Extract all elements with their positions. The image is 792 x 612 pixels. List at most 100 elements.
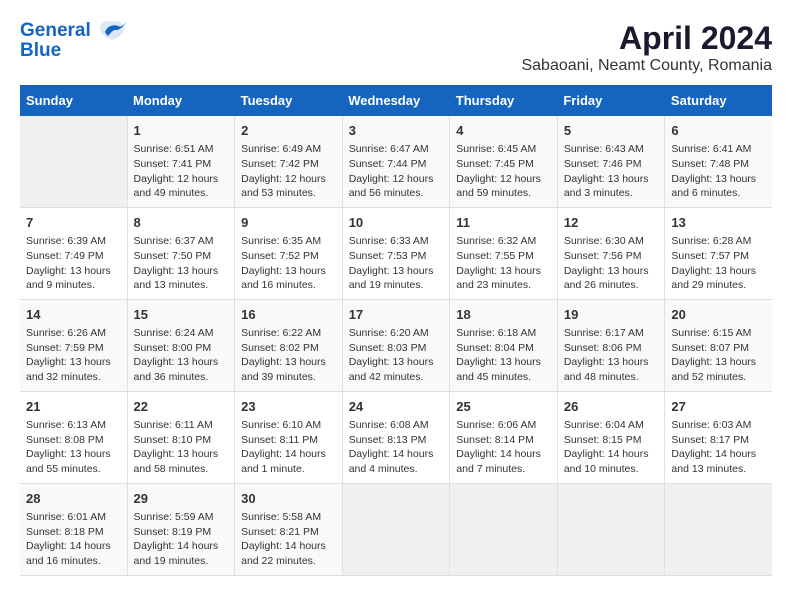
- day-info-line: Sunrise: 6:51 AM: [134, 142, 229, 157]
- day-info-line: Sunrise: 6:10 AM: [241, 418, 336, 433]
- day-number: 19: [564, 306, 659, 324]
- day-info-line: Sunset: 8:07 PM: [671, 341, 766, 356]
- day-info-line: Sunset: 8:10 PM: [134, 433, 229, 448]
- day-number: 8: [134, 214, 229, 232]
- day-info-line: Sunrise: 6:47 AM: [349, 142, 444, 157]
- day-number: 10: [349, 214, 444, 232]
- day-info-line: Sunset: 7:49 PM: [26, 249, 121, 264]
- day-info-line: Daylight: 14 hours: [134, 539, 229, 554]
- day-info-line: Sunrise: 6:45 AM: [456, 142, 551, 157]
- day-number: 5: [564, 122, 659, 140]
- day-info-line: Daylight: 13 hours: [241, 264, 336, 279]
- calendar-day-cell: [342, 483, 450, 575]
- day-number: 12: [564, 214, 659, 232]
- day-number: 15: [134, 306, 229, 324]
- day-info-line: and 45 minutes.: [456, 370, 551, 385]
- day-info-line: Sunset: 7:48 PM: [671, 157, 766, 172]
- day-info-line: Daylight: 13 hours: [26, 447, 121, 462]
- day-info-line: Sunrise: 6:28 AM: [671, 234, 766, 249]
- day-info-line: Daylight: 13 hours: [349, 355, 444, 370]
- calendar-day-cell: 7Sunrise: 6:39 AMSunset: 7:49 PMDaylight…: [20, 207, 127, 299]
- calendar-day-cell: 9Sunrise: 6:35 AMSunset: 7:52 PMDaylight…: [235, 207, 343, 299]
- day-info-line: Sunset: 8:08 PM: [26, 433, 121, 448]
- day-number: 21: [26, 398, 121, 416]
- day-info-line: Daylight: 14 hours: [671, 447, 766, 462]
- day-info-line: Sunrise: 5:59 AM: [134, 510, 229, 525]
- title-area: April 2024 Sabaoani, Neamt County, Roman…: [521, 20, 772, 75]
- day-info-line: and 56 minutes.: [349, 186, 444, 201]
- calendar-day-cell: 1Sunrise: 6:51 AMSunset: 7:41 PMDaylight…: [127, 116, 235, 207]
- day-info-line: Daylight: 13 hours: [671, 264, 766, 279]
- weekday-header: Thursday: [450, 85, 558, 116]
- calendar-day-cell: 12Sunrise: 6:30 AMSunset: 7:56 PMDayligh…: [557, 207, 665, 299]
- day-number: 20: [671, 306, 766, 324]
- day-info-line: and 23 minutes.: [456, 278, 551, 293]
- day-info-line: Sunset: 8:19 PM: [134, 525, 229, 540]
- calendar-day-cell: 27Sunrise: 6:03 AMSunset: 8:17 PMDayligh…: [665, 391, 772, 483]
- calendar-day-cell: [450, 483, 558, 575]
- day-info-line: Sunrise: 6:15 AM: [671, 326, 766, 341]
- day-info-line: Daylight: 13 hours: [671, 355, 766, 370]
- day-info-line: Sunset: 7:52 PM: [241, 249, 336, 264]
- day-info-line: Sunset: 8:18 PM: [26, 525, 121, 540]
- day-info-line: Sunset: 7:50 PM: [134, 249, 229, 264]
- day-info-line: Sunset: 7:42 PM: [241, 157, 336, 172]
- day-number: 3: [349, 122, 444, 140]
- calendar-week-row: 7Sunrise: 6:39 AMSunset: 7:49 PMDaylight…: [20, 207, 772, 299]
- day-info-line: Daylight: 12 hours: [349, 172, 444, 187]
- day-info-line: Sunrise: 6:11 AM: [134, 418, 229, 433]
- calendar-day-cell: 4Sunrise: 6:45 AMSunset: 7:45 PMDaylight…: [450, 116, 558, 207]
- day-info-line: Daylight: 13 hours: [134, 355, 229, 370]
- logo-text-general: General: [20, 20, 91, 41]
- day-info-line: and 7 minutes.: [456, 462, 551, 477]
- day-info-line: and 19 minutes.: [134, 554, 229, 569]
- day-info-line: Daylight: 12 hours: [456, 172, 551, 187]
- day-info-line: Sunset: 8:15 PM: [564, 433, 659, 448]
- day-info-line: and 36 minutes.: [134, 370, 229, 385]
- day-info-line: Sunrise: 6:43 AM: [564, 142, 659, 157]
- day-info-line: Sunrise: 6:20 AM: [349, 326, 444, 341]
- calendar-title: April 2024: [521, 20, 772, 57]
- day-number: 13: [671, 214, 766, 232]
- day-info-line: Daylight: 13 hours: [564, 355, 659, 370]
- day-info-line: and 19 minutes.: [349, 278, 444, 293]
- weekday-header: Tuesday: [235, 85, 343, 116]
- day-info-line: Sunset: 8:14 PM: [456, 433, 551, 448]
- day-info-line: Sunset: 8:00 PM: [134, 341, 229, 356]
- day-info-line: Daylight: 13 hours: [671, 172, 766, 187]
- day-number: 6: [671, 122, 766, 140]
- day-info-line: and 13 minutes.: [671, 462, 766, 477]
- day-info-line: Daylight: 13 hours: [456, 264, 551, 279]
- day-info-line: and 9 minutes.: [26, 278, 121, 293]
- calendar-day-cell: 14Sunrise: 6:26 AMSunset: 7:59 PMDayligh…: [20, 299, 127, 391]
- day-info-line: Daylight: 13 hours: [456, 355, 551, 370]
- page-header: General Blue April 2024 Sabaoani, Neamt …: [20, 20, 772, 75]
- day-info-line: and 16 minutes.: [26, 554, 121, 569]
- day-info-line: Sunrise: 6:08 AM: [349, 418, 444, 433]
- day-info-line: and 22 minutes.: [241, 554, 336, 569]
- day-info-line: Sunset: 8:13 PM: [349, 433, 444, 448]
- weekday-header: Wednesday: [342, 85, 450, 116]
- calendar-day-cell: 24Sunrise: 6:08 AMSunset: 8:13 PMDayligh…: [342, 391, 450, 483]
- day-info-line: Daylight: 14 hours: [241, 539, 336, 554]
- day-info-line: Sunset: 7:45 PM: [456, 157, 551, 172]
- day-info-line: Sunset: 8:21 PM: [241, 525, 336, 540]
- day-info-line: Daylight: 13 hours: [564, 264, 659, 279]
- calendar-day-cell: 19Sunrise: 6:17 AMSunset: 8:06 PMDayligh…: [557, 299, 665, 391]
- day-info-line: Sunrise: 6:22 AM: [241, 326, 336, 341]
- day-info-line: Sunrise: 6:49 AM: [241, 142, 336, 157]
- day-info-line: Sunrise: 6:33 AM: [349, 234, 444, 249]
- day-info-line: Sunrise: 6:39 AM: [26, 234, 121, 249]
- day-number: 24: [349, 398, 444, 416]
- day-info-line: and 53 minutes.: [241, 186, 336, 201]
- calendar-day-cell: 30Sunrise: 5:58 AMSunset: 8:21 PMDayligh…: [235, 483, 343, 575]
- day-info-line: and 32 minutes.: [26, 370, 121, 385]
- day-info-line: and 26 minutes.: [564, 278, 659, 293]
- day-info-line: and 1 minute.: [241, 462, 336, 477]
- calendar-header: SundayMondayTuesdayWednesdayThursdayFrid…: [20, 85, 772, 116]
- day-number: 30: [241, 490, 336, 508]
- day-number: 23: [241, 398, 336, 416]
- calendar-day-cell: 8Sunrise: 6:37 AMSunset: 7:50 PMDaylight…: [127, 207, 235, 299]
- calendar-week-row: 1Sunrise: 6:51 AMSunset: 7:41 PMDaylight…: [20, 116, 772, 207]
- calendar-day-cell: 26Sunrise: 6:04 AMSunset: 8:15 PMDayligh…: [557, 391, 665, 483]
